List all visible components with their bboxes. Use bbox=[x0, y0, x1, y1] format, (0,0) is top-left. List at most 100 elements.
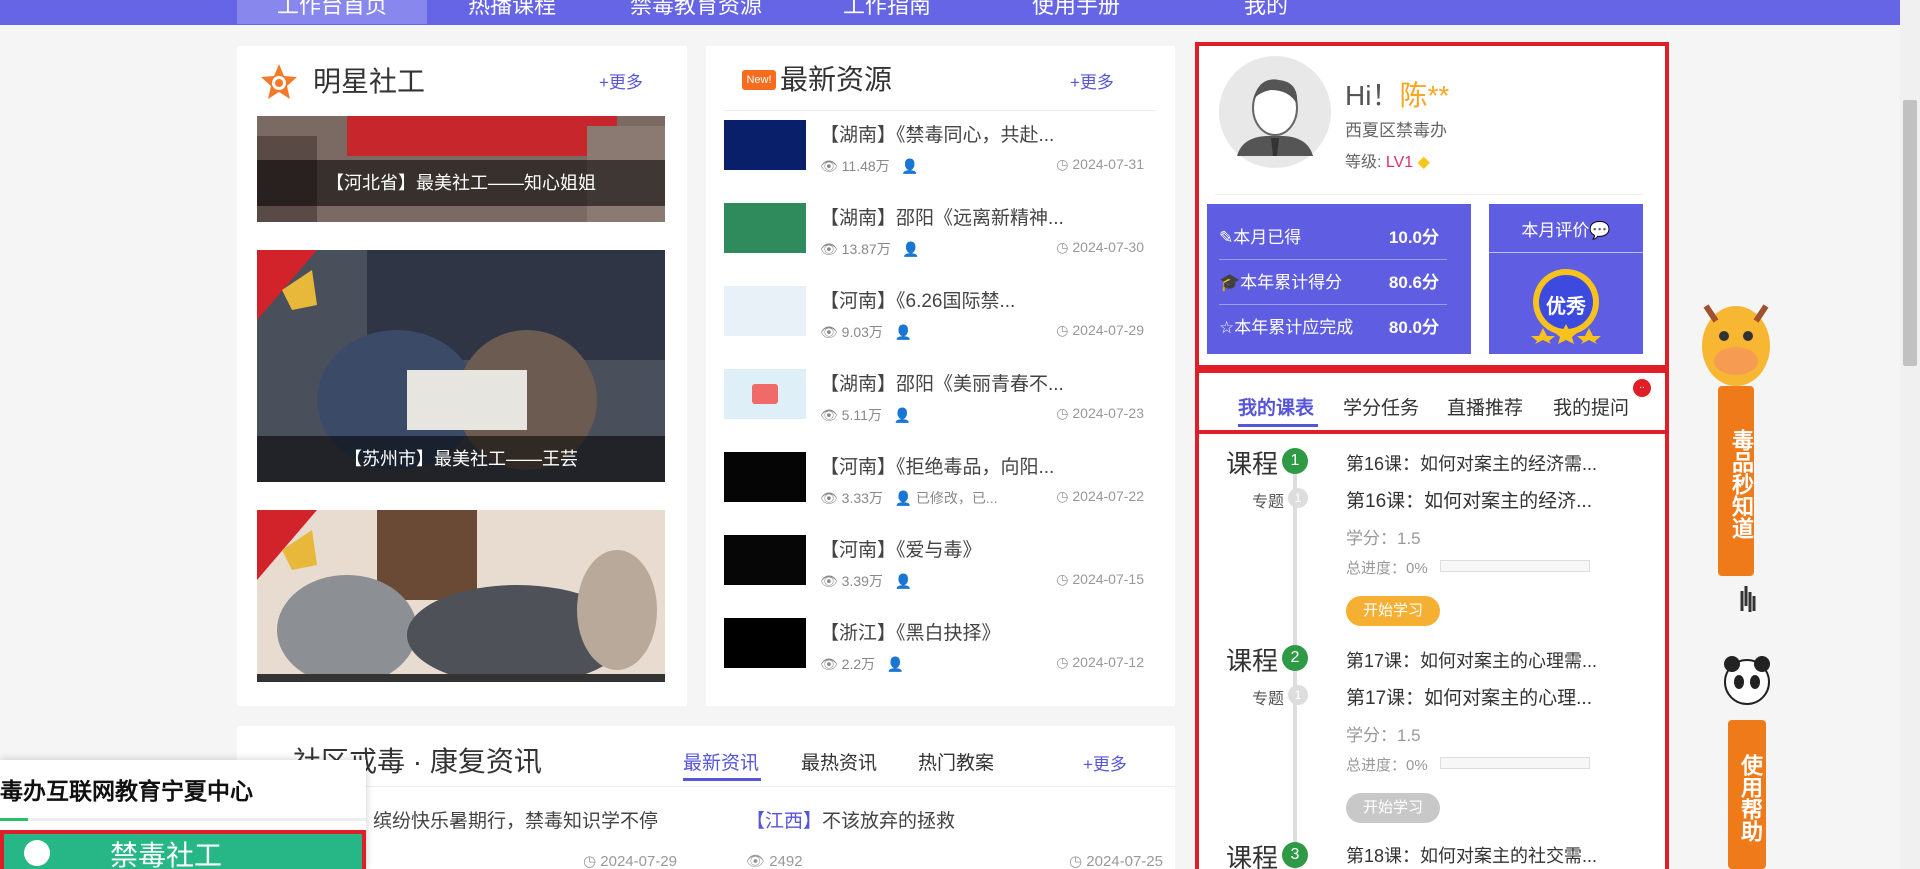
star-badge-icon bbox=[261, 64, 297, 99]
resource-meta: 👁 13.87万 👤 bbox=[820, 241, 920, 257]
resource-item[interactable]: 【湖南】邵阳《美丽青春不... 👁 5.11万 👤 ◷ 2024-07-23 bbox=[724, 369, 1144, 429]
help-banner[interactable]: 使用帮助 bbox=[1720, 648, 1774, 869]
clock-icon: ◷ bbox=[1056, 239, 1069, 255]
resource-item[interactable]: 【湖南】邵阳《远离新精神... 👁 13.87万 👤 ◷ 2024-07-30 bbox=[724, 203, 1144, 263]
progress-indicator bbox=[0, 818, 28, 821]
vertical-scrollbar[interactable] bbox=[1900, 0, 1920, 869]
star-card[interactable]: 【河北省】最美社工——知心姐姐 bbox=[257, 116, 665, 222]
resource-title: 【河南】《6.26国际禁... bbox=[820, 291, 1016, 312]
star-card[interactable] bbox=[257, 510, 665, 682]
course-item: 课程 1 专题 1 第16课：如何对案主的经济需... 第16课：如何对案主的经… bbox=[1200, 444, 1640, 634]
lesson-title[interactable]: 第17课：如何对案主的心理... bbox=[1346, 683, 1592, 710]
scrollbar-thumb[interactable] bbox=[1903, 100, 1917, 366]
news-title[interactable]: 缤纷快乐暑期行，禁毒知识学不停 bbox=[373, 806, 658, 833]
resource-item[interactable]: 【湖南】《禁毒同心，共赴... 👁 11.48万 👤 ◷ 2024-07-31 bbox=[724, 120, 1144, 180]
score-box: ✎本月已得 10.0分 🎓本年累计得分 80.6分 ☆本年累计应完成 80.0分 bbox=[1207, 204, 1471, 354]
nav-item-guide[interactable]: 工作指南 bbox=[843, 0, 931, 24]
clock-icon: ◷ bbox=[1056, 571, 1069, 587]
clock-icon: ◷ bbox=[1056, 156, 1069, 172]
user-icon: 👤 bbox=[886, 656, 905, 672]
news-tab-hottest[interactable]: 最热资讯 bbox=[801, 748, 877, 775]
star-card[interactable]: 【苏州市】最美社工——王芸 bbox=[257, 250, 665, 482]
resource-item[interactable]: 【浙江】《黑白抉择》 👁 2.2万 👤 ◷ 2024-07-12 bbox=[724, 618, 1144, 678]
nav-item-hot-courses[interactable]: 热播课程 bbox=[468, 0, 556, 24]
resource-meta: 👁 3.39万 👤 bbox=[820, 573, 913, 589]
tab-live-recommend[interactable]: 直播推荐 bbox=[1447, 393, 1523, 420]
notification-badge: .. bbox=[1633, 379, 1651, 397]
divider bbox=[1215, 194, 1643, 195]
resource-title: 【浙江】《黑白抉择》 bbox=[820, 623, 1001, 644]
resource-date: ◷ 2024-07-15 bbox=[1056, 571, 1144, 587]
news-date: ◷ 2024-07-29 bbox=[583, 853, 677, 869]
star-photo bbox=[257, 510, 665, 682]
course-item: 课程 2 专题 1 第17课：如何对案主的心理需... 第17课：如何对案主的心… bbox=[1200, 641, 1640, 831]
evaluation-box: 本月评价💬 优秀 bbox=[1489, 204, 1643, 354]
active-tab-indicator bbox=[683, 778, 761, 781]
drug-knowledge-banner[interactable]: 毒品秒知道 bbox=[1696, 286, 1776, 626]
course-label: 课程 bbox=[1226, 843, 1279, 869]
tab-my-schedule[interactable]: 我的课表 bbox=[1238, 393, 1314, 420]
avatar[interactable] bbox=[1219, 56, 1331, 168]
user-icon bbox=[24, 840, 50, 866]
active-tab-indicator bbox=[1238, 424, 1318, 427]
eye-icon: 👁 bbox=[820, 490, 838, 506]
eval-title: 本月评价💬 bbox=[1521, 221, 1611, 240]
user-icon: 👤 bbox=[902, 241, 920, 257]
topic-label: 专题 bbox=[1252, 494, 1285, 511]
nav-item-manual[interactable]: 使用手册 bbox=[1032, 0, 1120, 24]
divider bbox=[237, 786, 1175, 787]
star-icon: ☆ bbox=[1219, 318, 1235, 337]
community-news-panel: 社区戒毒 · 康复资讯 最新资讯 最热资讯 热门教案 +更多 缤纷快乐暑期行，禁… bbox=[237, 726, 1175, 869]
resource-meta: 👁 11.48万 👤 bbox=[820, 158, 919, 174]
more-link[interactable]: +更多 bbox=[1083, 750, 1127, 775]
tab-credit-tasks[interactable]: 学分任务 bbox=[1343, 393, 1419, 420]
course-number: 3 bbox=[1282, 842, 1308, 868]
resource-item[interactable]: 【河南】《拒绝毒品，向阳... 👁 3.33万 👤 已修改，已... ◷ 202… bbox=[724, 452, 1144, 512]
resource-thumbnail bbox=[724, 120, 806, 170]
resource-date: ◷ 2024-07-22 bbox=[1056, 488, 1144, 504]
nav-item-home[interactable]: 工作台首页 bbox=[237, 0, 428, 24]
start-learning-button[interactable]: 开始学习 bbox=[1346, 596, 1440, 626]
top-nav: 工作台首页 热播课程 禁毒教育资源 工作指南 使用手册 我的 bbox=[0, 0, 1920, 25]
course-number: 2 bbox=[1282, 645, 1308, 671]
resource-title: 【湖南】邵阳《远离新精神... bbox=[820, 208, 1064, 229]
star-caption: 【苏州市】最美社工——王芸 bbox=[257, 436, 665, 482]
user-icon: 👤 bbox=[894, 324, 913, 340]
news-title[interactable]: 【江西】不该放弃的拯救 bbox=[746, 806, 955, 833]
greeting: Hi！陈** bbox=[1345, 80, 1450, 111]
resource-item[interactable]: 【河南】《爱与毒》 👁 3.39万 👤 ◷ 2024-07-15 bbox=[724, 535, 1144, 595]
nav-item-mine[interactable]: 我的 bbox=[1244, 0, 1288, 24]
course-number: 1 bbox=[1282, 448, 1308, 474]
banner-text: 毒品秒知道 bbox=[1729, 429, 1754, 539]
nav-item-resources[interactable]: 禁毒教育资源 bbox=[630, 0, 762, 24]
more-link[interactable]: +更多 bbox=[599, 68, 643, 93]
social-worker-button[interactable]: 禁毒社工 bbox=[0, 830, 366, 869]
start-learning-button[interactable]: 开始学习 bbox=[1346, 793, 1440, 823]
panel-title: 明星社工 bbox=[313, 66, 426, 97]
resource-title: 【湖南】邵阳《美丽青春不... bbox=[820, 374, 1064, 395]
course-label: 课程 bbox=[1226, 646, 1279, 676]
eye-icon: 👁 bbox=[820, 656, 838, 672]
news-tab-latest[interactable]: 最新资讯 bbox=[683, 748, 759, 775]
news-tab-lessons[interactable]: 热门教案 bbox=[918, 748, 994, 775]
resource-item[interactable]: 【河南】《6.26国际禁... 👁 9.03万 👤 ◷ 2024-07-29 bbox=[724, 286, 1144, 346]
schedule-frame-right bbox=[1665, 434, 1669, 869]
eval-badge: 优秀 bbox=[1546, 296, 1586, 318]
course-title[interactable]: 第16课：如何对案主的经济需... bbox=[1346, 450, 1597, 476]
new-badge: New! bbox=[742, 70, 776, 90]
tab-my-questions[interactable]: 我的提问 bbox=[1553, 393, 1629, 420]
course-label: 课程 bbox=[1226, 449, 1279, 479]
course-credit: 学分：1.5 bbox=[1346, 529, 1421, 548]
resource-date: ◷ 2024-07-29 bbox=[1056, 322, 1144, 338]
eye-icon: 👁 bbox=[820, 158, 838, 174]
course-title[interactable]: 第18课：如何对案主的社交需... bbox=[1346, 842, 1597, 868]
course-title[interactable]: 第17课：如何对案主的心理需... bbox=[1346, 647, 1597, 673]
topic-label: 专题 bbox=[1252, 691, 1285, 708]
floating-window: 毒办互联网教育宁夏中心 禁毒社工 bbox=[0, 760, 366, 869]
lesson-title[interactable]: 第16课：如何对案主的经济... bbox=[1346, 486, 1592, 513]
stat-month: ✎本月已得 10.0分 bbox=[1219, 216, 1447, 260]
chat-bubble-icon: 💬 bbox=[1589, 221, 1611, 240]
resource-title: 【河南】《爱与毒》 bbox=[820, 540, 982, 561]
resource-thumbnail bbox=[724, 452, 806, 502]
more-link[interactable]: +更多 bbox=[1070, 68, 1114, 93]
